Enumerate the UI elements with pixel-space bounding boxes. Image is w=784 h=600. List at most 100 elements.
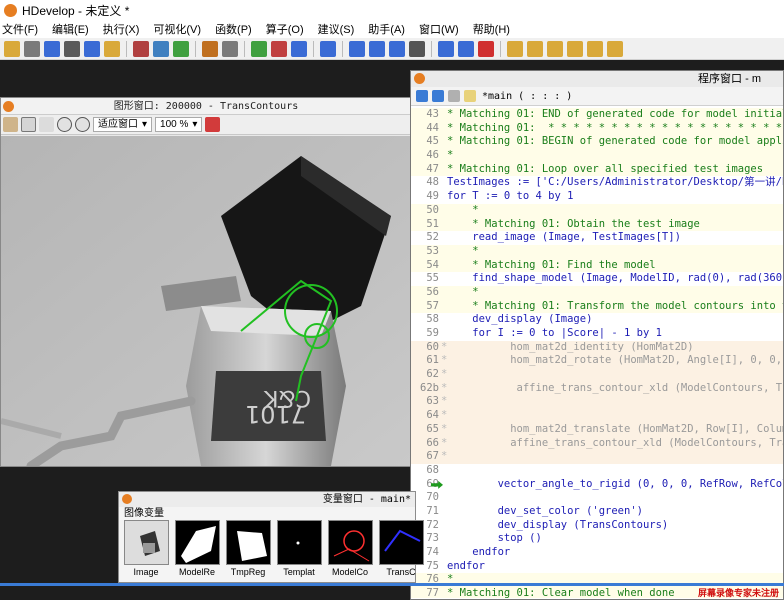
toolbar-button-icon[interactable] [527,40,543,57]
toolbar-button-icon[interactable] [438,40,454,57]
toolbar-button-icon[interactable] [607,40,623,57]
line-number: 54 [426,258,439,271]
back-arrow-icon[interactable] [416,90,428,102]
toolbar-button-icon[interactable] [587,40,603,57]
menu-item[interactable]: 窗口(W) [412,21,466,37]
menu-item[interactable]: 助手(A) [361,21,412,37]
code-line[interactable]: 73 stop () [411,532,783,546]
zoom-in-icon[interactable] [75,117,90,132]
code-line[interactable]: 61 * hom_mat2d_rotate (HomMat2D, Angle[I]… [411,354,783,369]
toolbar-button-icon[interactable] [349,40,365,57]
line-number: 58 [426,313,439,326]
line-number: 66 [426,436,439,449]
toolbar-button-icon[interactable] [4,40,20,57]
forward-arrow-icon[interactable] [432,90,444,102]
procedure-icon[interactable] [448,90,460,102]
toolbar-button-icon[interactable] [458,40,474,57]
code-line[interactable]: 59 for I := 0 to |Score| - 1 by 1 [411,327,783,341]
variable-thumbnail[interactable]: Image [123,520,169,577]
code-line[interactable]: 72 dev_display (TransContours) [411,519,783,533]
variable-thumbnail[interactable]: TmpReg [225,520,271,577]
code-line[interactable]: 46 * [411,149,783,163]
code-line[interactable]: 44 * Matching 01: * * * * * * * * * * * *… [411,121,783,136]
menu-item[interactable]: 函数(P) [208,21,259,37]
toolbar-button-icon[interactable] [173,40,189,57]
code-line[interactable]: 47 * Matching 01: Loop over all specified… [411,162,783,177]
toolbar-button-icon[interactable] [104,40,120,57]
code-line[interactable]: 60 * hom_mat2d_identity (HomMat2D) [411,340,783,355]
toolbar-button-icon[interactable] [567,40,583,57]
code-line[interactable]: 54 * Matching 01: Find the model [411,258,783,273]
code-line[interactable]: 43 * Matching 01: END of generated code f… [411,108,783,122]
menu-item[interactable]: 可视化(V) [146,21,208,37]
toolbar-button-icon[interactable] [547,40,563,57]
menu-item[interactable]: 执行(X) [96,21,147,37]
code-line[interactable]: 62 * [411,368,783,382]
variable-thumbnail[interactable]: Templat [276,520,322,577]
code-line[interactable]: 68 [411,463,783,478]
procedure-selector[interactable]: *main ( : : : ) [482,91,572,102]
toolbar-button-icon[interactable] [84,40,100,57]
toolbar-button-icon[interactable] [291,40,307,57]
code-line[interactable]: 58 dev_display (Image) [411,313,783,327]
toolbar-button-icon[interactable] [133,40,149,57]
toolbar-button-icon[interactable] [369,40,385,57]
toolbar-button-icon[interactable] [320,40,336,57]
toolbar-button-icon[interactable] [478,40,494,57]
toolbar-button-icon[interactable] [153,40,169,57]
code-editor[interactable]: 43 * Matching 01: END of generated code f… [411,108,783,598]
edit-icon[interactable] [464,90,476,102]
code-line[interactable]: 52 read_image (Image, TestImages[T]) [411,231,783,245]
code-line[interactable]: 71 dev_set_color ('green') [411,505,783,519]
menu-item[interactable]: 帮助(H) [466,21,517,37]
line-number: 62 [426,368,439,381]
code-line[interactable]: 65 * hom_mat2d_translate (HomMat2D, Row[I… [411,422,783,437]
code-line[interactable]: 63 * [411,395,783,410]
code-line[interactable]: 66 * affine_trans_contour_xld (ModelConto… [411,436,783,451]
window-title: HDevelop - 未定义 * [22,3,130,18]
code-line[interactable]: 69 vector_angle_to_rigid (0, 0, 0, RefRo… [411,478,783,492]
menu-item[interactable]: 算子(O) [259,21,311,37]
code-line[interactable]: 48 TestImages := ['C:/Users/Administrator… [411,176,783,190]
line-text: * Matching 01: Find the model [447,258,656,271]
code-line[interactable]: 55 find_shape_model (Image, ModelID, rad… [411,272,783,286]
code-line[interactable]: 67 * [411,450,783,464]
toolbar-button-icon[interactable] [409,40,425,57]
code-line[interactable]: 62b * affine_trans_contour_xld (ModelCont… [411,381,783,396]
variable-thumbnail[interactable]: ModelCo [327,520,373,577]
magnifier-icon[interactable] [57,117,72,132]
hand-icon[interactable] [39,117,54,132]
menu-item[interactable]: 编辑(E) [45,21,96,37]
menu-item[interactable]: 建议(S) [311,21,362,37]
menu-item[interactable]: 文件(F) [0,21,45,37]
code-line[interactable]: 74 endfor [411,546,783,560]
code-line[interactable]: 70 [411,491,783,505]
code-line[interactable]: 64 * [411,409,783,423]
color-icon[interactable] [205,117,221,132]
code-line[interactable]: 49 for T := 0 to 4 by 1 [411,190,783,204]
code-line[interactable]: 57 * Matching 01: Transform the model co… [411,299,783,314]
code-line[interactable]: 56 * [411,285,783,300]
zoom-combo[interactable]: 100 % ▾ [155,117,203,132]
toolbar-button-icon[interactable] [64,40,80,57]
pointer-icon[interactable] [21,117,36,132]
code-line[interactable]: 75 endfor [411,560,783,574]
graphics-canvas[interactable]: C&K 7101 [1,136,411,466]
test-image: C&K 7101 [1,136,411,466]
fit-window-combo[interactable]: 适应窗口 ▾ [93,117,153,132]
code-line[interactable]: 45 * Matching 01: BEGIN of generated code… [411,135,783,150]
code-line[interactable]: 50 * [411,203,783,218]
toolbar-button-icon[interactable] [222,40,238,57]
toolbar-button-icon[interactable] [202,40,218,57]
toolbar-button-icon[interactable] [24,40,40,57]
variable-thumbnail[interactable]: ModelRe [174,520,220,577]
code-line[interactable]: 51 * Matching 01: Obtain the test image [411,217,783,232]
toolbar-button-icon[interactable] [271,40,287,57]
toolbar-button-icon[interactable] [251,40,267,57]
variable-thumbnail[interactable]: TransC [378,520,424,577]
toolbar-button-icon[interactable] [44,40,60,57]
toolbar-button-icon[interactable] [389,40,405,57]
toolbar-button-icon[interactable] [507,40,523,57]
code-line[interactable]: 53 * [411,244,783,259]
pencil-icon[interactable] [3,117,18,132]
